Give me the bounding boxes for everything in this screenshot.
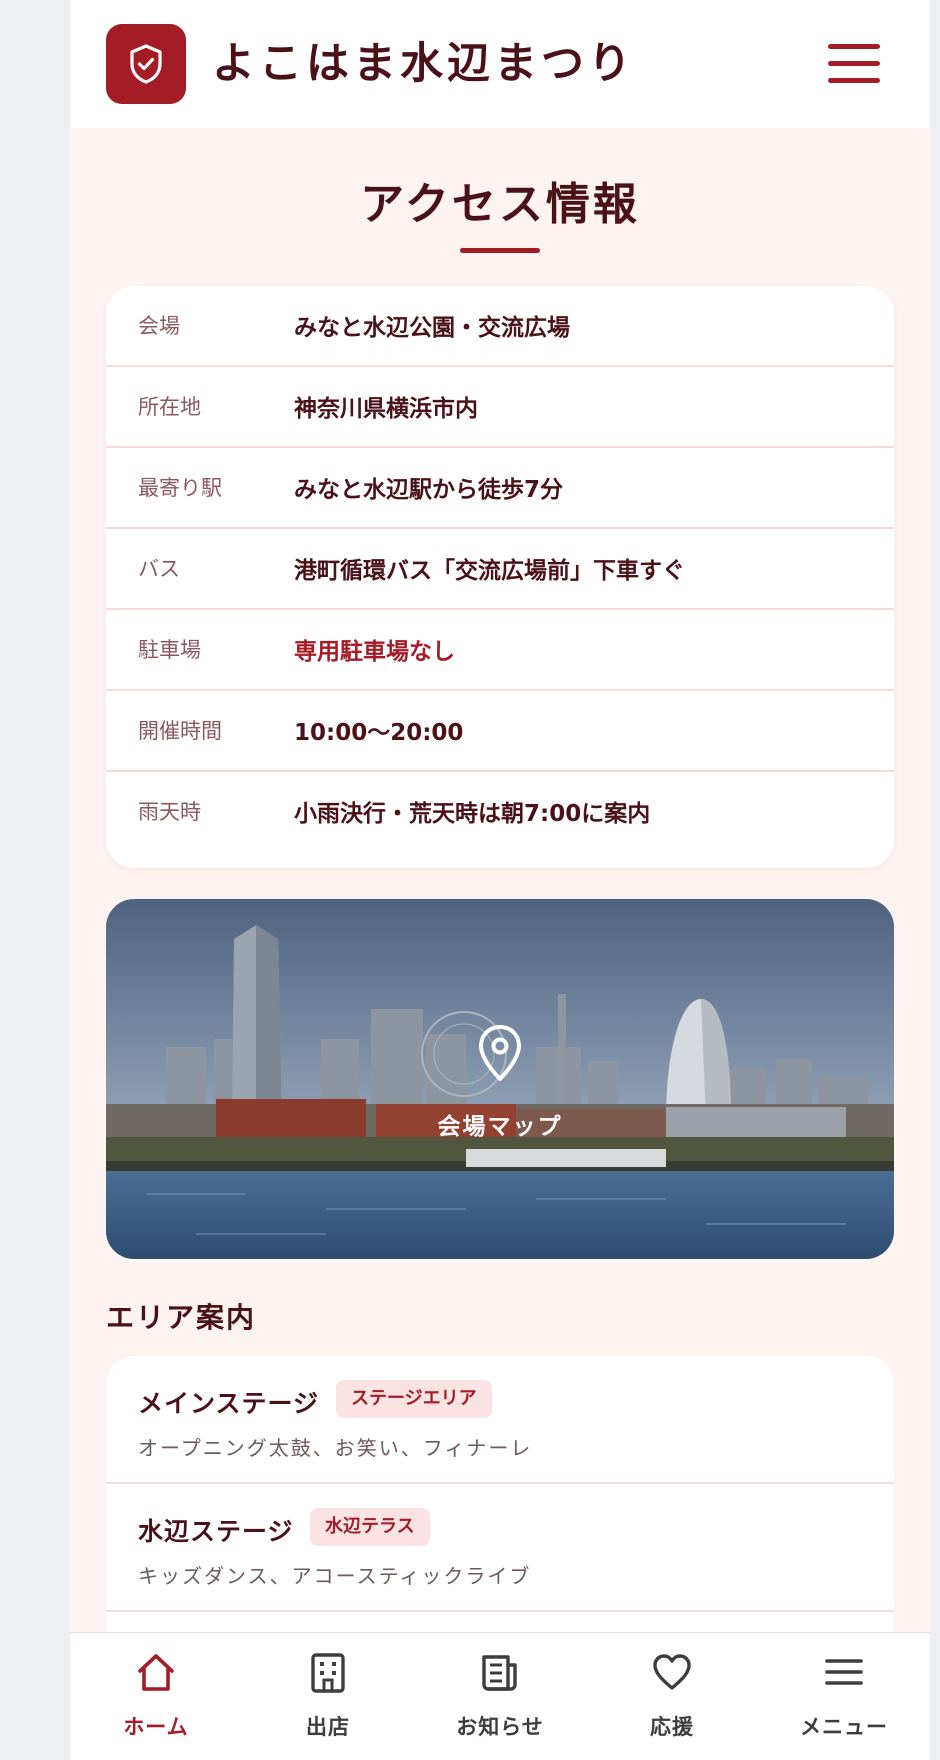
nav-support[interactable]: 応援	[586, 1633, 758, 1760]
page-edge	[930, 0, 940, 1760]
section-title: アクセス情報	[360, 179, 640, 230]
info-label: 所在地	[138, 395, 201, 419]
info-value: 神奈川県横浜市内	[294, 396, 478, 422]
info-row-address: 所在地 神奈川県横浜市内	[106, 367, 894, 448]
logo[interactable]	[106, 24, 186, 104]
info-label: バス	[138, 557, 180, 581]
area-desc: オープニング太鼓、お笑い、フィナーレ	[138, 1436, 533, 1460]
nav-shops[interactable]: 出店	[242, 1633, 414, 1760]
news-icon	[482, 1655, 517, 1691]
venue-map-card[interactable]: 会場マップ	[106, 899, 894, 1259]
nav-label: メニュー	[800, 1715, 888, 1739]
area-desc: キッズダンス、アコースティックライブ	[138, 1564, 532, 1588]
menu-bar	[828, 61, 880, 66]
site-title: よこはま水辺まつり	[212, 39, 635, 89]
info-value: 専用駐車場なし	[294, 639, 455, 665]
info-value: みなと水辺駅から徒歩7分	[294, 477, 564, 503]
area-heading: エリア案内	[106, 1301, 257, 1334]
nav-label: お知らせ	[456, 1715, 544, 1739]
area-tag: 水辺テラス	[310, 1508, 430, 1546]
access-info-card: 会場 みなと水辺公園・交流広場 所在地 神奈川県横浜市内 最寄り駅 みなと水辺駅…	[106, 286, 894, 868]
area-tag: ステージエリア	[336, 1380, 492, 1418]
bottom-navigation: ホーム 出店 お知らせ 応援 メニュー	[70, 1632, 930, 1760]
info-row-rain: 雨天時 小雨決行・荒天時は朝7:00に案内	[106, 772, 894, 853]
info-label: 会場	[138, 314, 180, 338]
building-icon	[311, 1653, 345, 1693]
info-value: 港町循環バス「交流広場前」下車すぐ	[294, 558, 685, 584]
map-label: 会場マップ	[437, 1114, 563, 1140]
area-item-main-stage[interactable]: メインステージ ステージエリア オープニング太鼓、お笑い、フィナーレ	[106, 1356, 894, 1484]
area-name: メインステージ	[138, 1389, 320, 1418]
nav-menu[interactable]: メニュー	[758, 1633, 930, 1760]
info-label: 開催時間	[138, 719, 222, 743]
nav-label: 応援	[650, 1715, 694, 1739]
info-label: 駐車場	[138, 638, 201, 662]
home-icon	[138, 1654, 174, 1691]
info-row-venue: 会場 みなと水辺公園・交流広場	[106, 286, 894, 367]
shield-check-icon	[130, 44, 162, 84]
app-header: よこはま水辺まつり	[70, 0, 930, 128]
map-pin-icon	[479, 1025, 521, 1081]
nav-home[interactable]: ホーム	[70, 1633, 242, 1760]
info-row-hours: 開催時間 10:00〜20:00	[106, 691, 894, 772]
info-label: 最寄り駅	[138, 476, 222, 500]
heart-icon	[653, 1654, 691, 1690]
menu-bar	[828, 78, 880, 83]
info-value: 10:00〜20:00	[294, 720, 464, 746]
menu-icon	[825, 1659, 863, 1685]
nav-label: ホーム	[123, 1715, 189, 1739]
nav-label: 出店	[306, 1715, 350, 1739]
area-item-water-stage[interactable]: 水辺ステージ 水辺テラス キッズダンス、アコースティックライブ	[106, 1484, 894, 1612]
info-row-bus: バス 港町循環バス「交流広場前」下車すぐ	[106, 529, 894, 610]
title-underline	[460, 248, 540, 253]
nav-news[interactable]: お知らせ	[414, 1633, 586, 1760]
area-name: 水辺ステージ	[138, 1517, 294, 1546]
menu-bar	[828, 44, 880, 49]
info-value: 小雨決行・荒天時は朝7:00に案内	[294, 801, 651, 827]
info-value: みなと水辺公園・交流広場	[294, 315, 570, 341]
hamburger-menu-button[interactable]	[828, 40, 886, 84]
info-label: 雨天時	[138, 800, 201, 824]
info-row-station: 最寄り駅 みなと水辺駅から徒歩7分	[106, 448, 894, 529]
info-row-parking: 駐車場 専用駐車場なし	[106, 610, 894, 691]
app-screen: よこはま水辺まつり アクセス情報 会場 みなと水辺公園・交流広場 所在地 神奈川…	[70, 0, 930, 1760]
